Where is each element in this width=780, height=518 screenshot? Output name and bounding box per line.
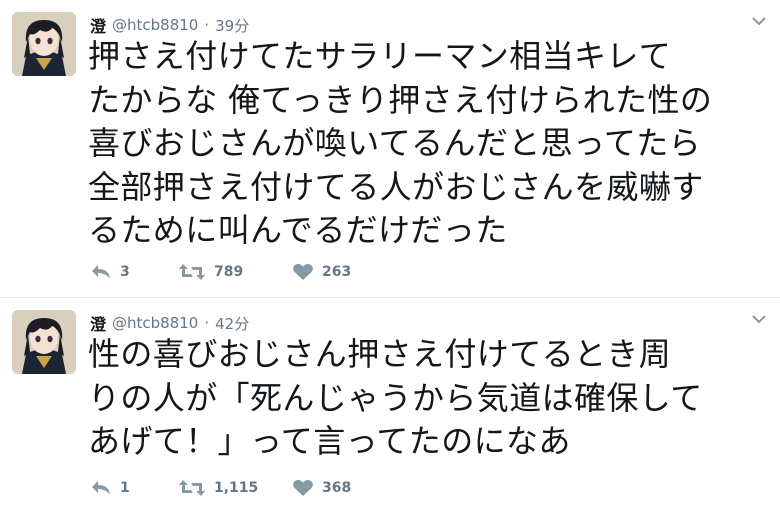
reply-count: 1 <box>120 480 130 496</box>
tweet-text-line: たからな 俺てっきり押さえ付けられた性の <box>88 80 713 119</box>
tweet[interactable]: 澄 @htcb8810 · 39分 押さえ付けてたサラリーマン相当キレて たから… <box>0 0 780 298</box>
tweet-header: 澄 @htcb8810 · 39分 <box>90 14 249 36</box>
avatar[interactable] <box>12 12 76 76</box>
display-name[interactable]: 澄 <box>90 13 106 37</box>
reply-icon <box>92 265 110 279</box>
chevron-down-icon[interactable] <box>752 314 766 324</box>
avatar[interactable] <box>12 310 76 374</box>
retweet-icon <box>179 480 205 496</box>
tweet-actions: 3 789 263 <box>90 260 400 284</box>
separator: · <box>204 16 210 34</box>
like-count: 263 <box>322 264 352 280</box>
tweet-text: 性の喜びおじさん押さえ付けてるとき周 りの人が「死んじゃうから気道は確保して あ… <box>88 333 778 464</box>
tweet-text-line: 全部押さえ付けてる人がおじさんを威嚇す <box>88 167 704 206</box>
avatar-image <box>12 310 76 374</box>
reply-button[interactable]: 1 <box>90 479 150 497</box>
reply-button[interactable]: 3 <box>90 263 150 281</box>
reply-count: 3 <box>120 264 130 280</box>
tweet-text-line: 性の喜びおじさん押さえ付けてるとき周 <box>88 335 672 373</box>
timestamp[interactable]: 42分 <box>215 313 249 334</box>
tweet-text: 押さえ付けてたサラリーマン相当キレて たからな 俺てっきり押さえ付けられた性の … <box>88 35 778 253</box>
tweet-header: 澄 @htcb8810 · 42分 <box>90 312 249 334</box>
retweet-button[interactable]: 789 <box>178 263 264 281</box>
tweet-text-line: 喜びおじさんが喚いてるんだと思ってたら <box>88 124 702 162</box>
reply-icon <box>92 481 110 495</box>
timestamp[interactable]: 39分 <box>215 15 249 36</box>
user-handle[interactable]: @htcb8810 <box>112 16 198 34</box>
retweet-icon <box>179 264 205 280</box>
retweet-count: 789 <box>214 264 244 280</box>
like-count: 368 <box>322 480 352 496</box>
tweet-text-line: るために叫んでるだけだった <box>88 211 508 249</box>
tweet-text-line: あげて！」って言ってたのになあ <box>88 422 571 460</box>
heart-icon <box>293 480 313 496</box>
heart-icon <box>293 264 313 280</box>
chevron-down-icon[interactable] <box>752 16 766 26</box>
avatar-image <box>12 12 76 76</box>
like-button[interactable]: 263 <box>292 263 372 281</box>
tweet-text-line: 押さえ付けてたサラリーマン相当キレて <box>88 37 672 75</box>
tweet[interactable]: 澄 @htcb8810 · 42分 性の喜びおじさん押さえ付けてるとき周 りの人… <box>0 298 780 518</box>
separator: · <box>204 314 210 332</box>
like-button[interactable]: 368 <box>292 479 372 497</box>
tweet-text-line: りの人が「死んじゃうから気道は確保して <box>88 378 703 417</box>
retweet-count: 1,115 <box>214 480 259 496</box>
tweet-actions: 1 1,115 368 <box>90 476 400 500</box>
retweet-button[interactable]: 1,115 <box>178 479 264 497</box>
display-name[interactable]: 澄 <box>90 311 106 335</box>
user-handle[interactable]: @htcb8810 <box>112 314 198 332</box>
